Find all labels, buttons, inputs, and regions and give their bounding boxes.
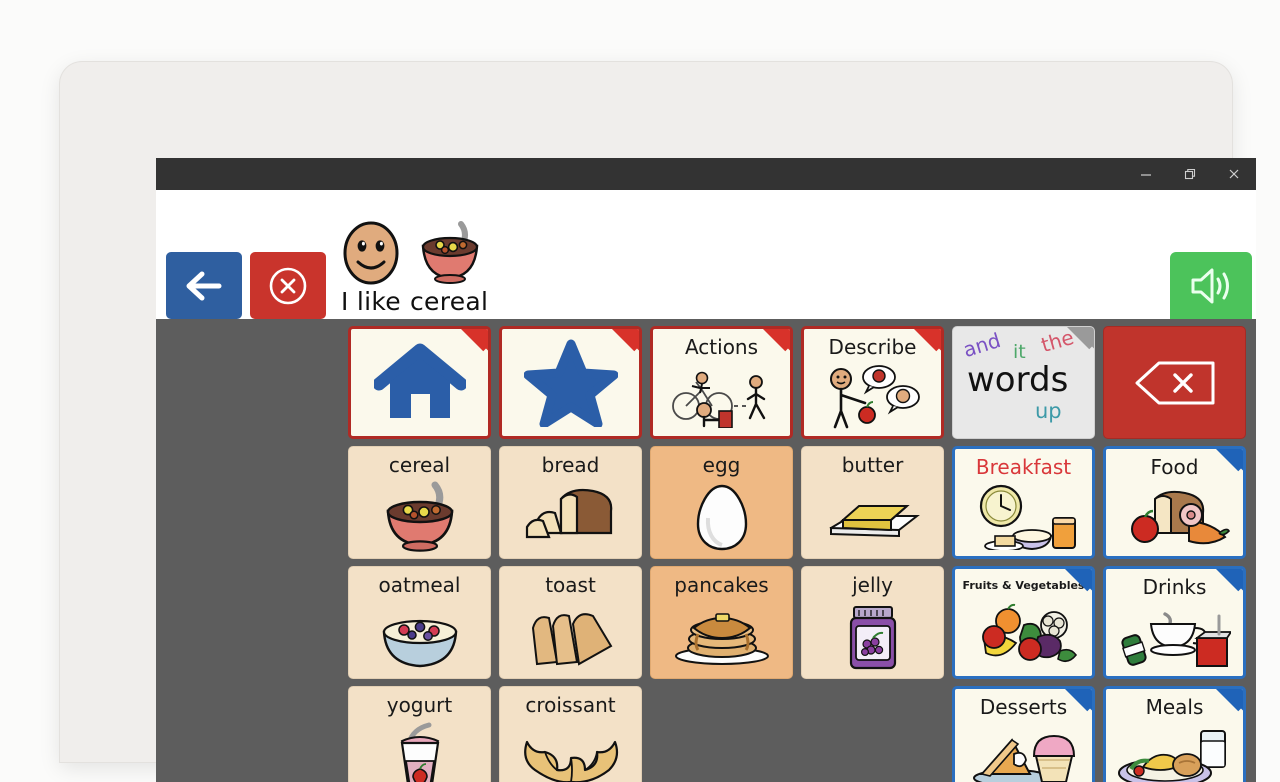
bread-loaf-icon xyxy=(500,476,641,558)
word-egg[interactable]: egg xyxy=(650,446,793,559)
sentence-item[interactable]: I like xyxy=(340,220,402,317)
word-toast[interactable]: toast xyxy=(499,566,642,679)
cell-label: cereal xyxy=(388,453,451,477)
desserts-icon xyxy=(955,718,1092,782)
sentence-item-label: I like xyxy=(341,286,401,316)
cell-label: oatmeal xyxy=(378,573,461,597)
window-titlebar xyxy=(156,158,1256,190)
cell-label: pancakes xyxy=(674,573,769,597)
cell-label: bread xyxy=(541,453,600,477)
cell-label: Breakfast xyxy=(975,455,1072,479)
category-desserts[interactable]: Desserts xyxy=(952,686,1095,782)
category-describe[interactable]: Describe xyxy=(801,326,944,439)
tablet-device-frame: I like cereal Actions Describe and it th… xyxy=(60,62,1256,782)
word-pancakes[interactable]: pancakes xyxy=(650,566,793,679)
toast-icon xyxy=(500,596,641,678)
meals-icon xyxy=(1106,718,1243,782)
back-button[interactable] xyxy=(166,252,242,319)
word-croissant[interactable]: croissant xyxy=(499,686,642,782)
cereal-bowl-icon xyxy=(411,220,487,286)
word-yogurt[interactable]: yogurt xyxy=(348,686,491,782)
cell-label: croissant xyxy=(525,693,616,717)
favorites-button[interactable] xyxy=(499,326,642,439)
word-cereal[interactable]: cereal xyxy=(348,446,491,559)
symbol-grid: Actions Describe and it the words up cer… xyxy=(156,319,1256,782)
drinks-icon xyxy=(1106,598,1243,676)
clear-button[interactable] xyxy=(250,252,326,319)
yogurt-cup-icon xyxy=(349,716,490,782)
close-button[interactable] xyxy=(1212,158,1256,190)
grid-row: cereal bread egg butter Breakfast Food xyxy=(156,446,1256,559)
actions-icon xyxy=(653,358,790,436)
word-words-label: words xyxy=(967,360,1069,400)
cell-label: butter xyxy=(841,453,904,477)
speak-button[interactable] xyxy=(1170,252,1252,319)
word-oatmeal[interactable]: oatmeal xyxy=(348,566,491,679)
category-drinks[interactable]: Drinks xyxy=(1103,566,1246,679)
category-fruits-vegetables[interactable]: Fruits & Vegetables xyxy=(952,566,1095,679)
grid-row: yogurt croissant Desserts Meals xyxy=(156,686,1256,782)
cell-label: Drinks xyxy=(1142,575,1207,599)
tablet-screen: I like cereal Actions Describe and it th… xyxy=(156,158,1256,782)
backspace-button[interactable] xyxy=(1103,326,1246,439)
grid-row: oatmeal toast pancakes jelly Fruits & Ve… xyxy=(156,566,1256,679)
sentence-item[interactable]: cereal xyxy=(410,220,488,317)
back-arrow-icon xyxy=(186,271,222,300)
cell-label: toast xyxy=(545,573,596,597)
jelly-jar-icon xyxy=(802,596,943,678)
restore-button[interactable] xyxy=(1168,158,1212,190)
category-words[interactable]: and it the words up xyxy=(952,326,1095,439)
breakfast-icon xyxy=(955,478,1092,556)
cell-label: Food xyxy=(1150,455,1199,479)
word-up-label: up xyxy=(1035,399,1062,423)
category-food[interactable]: Food xyxy=(1103,446,1246,559)
egg-icon xyxy=(651,476,792,558)
sentence-item-label: cereal xyxy=(410,286,489,316)
butter-icon xyxy=(802,476,943,558)
describe-icon xyxy=(804,358,941,436)
minimize-button[interactable] xyxy=(1124,158,1168,190)
home-button[interactable] xyxy=(348,326,491,439)
word-and-label: and xyxy=(960,328,1004,362)
grid-row: Actions Describe and it the words up xyxy=(156,326,1256,439)
smiley-face-icon xyxy=(340,220,402,286)
category-meals[interactable]: Meals xyxy=(1103,686,1246,782)
oatmeal-bowl-icon xyxy=(349,596,490,678)
cell-label: Desserts xyxy=(979,695,1068,719)
sentence-bar: I like cereal xyxy=(156,190,1256,319)
cell-label: egg xyxy=(702,453,741,477)
cell-label: Actions xyxy=(684,335,759,359)
cell-label: yogurt xyxy=(386,693,453,717)
speaker-icon xyxy=(1191,268,1229,303)
word-jelly[interactable]: jelly xyxy=(801,566,944,679)
category-actions[interactable]: Actions xyxy=(650,326,793,439)
word-butter[interactable]: butter xyxy=(801,446,944,559)
clear-circle-x-icon xyxy=(269,267,307,304)
empty-cell xyxy=(650,686,793,782)
word-bread[interactable]: bread xyxy=(499,446,642,559)
cell-label: jelly xyxy=(852,573,893,597)
cell-label: Describe xyxy=(828,335,917,359)
cell-label: Meals xyxy=(1145,695,1204,719)
croissant-icon xyxy=(500,716,641,782)
empty-cell xyxy=(801,686,944,782)
food-basket-icon xyxy=(1106,478,1243,556)
sentence-symbol-strip[interactable]: I like cereal xyxy=(340,194,496,319)
category-breakfast[interactable]: Breakfast xyxy=(952,446,1095,559)
cereal-bowl-icon xyxy=(349,476,490,558)
backspace-icon xyxy=(1104,327,1245,438)
pancakes-icon xyxy=(651,596,792,678)
fruits-vegetables-icon xyxy=(955,592,1092,676)
